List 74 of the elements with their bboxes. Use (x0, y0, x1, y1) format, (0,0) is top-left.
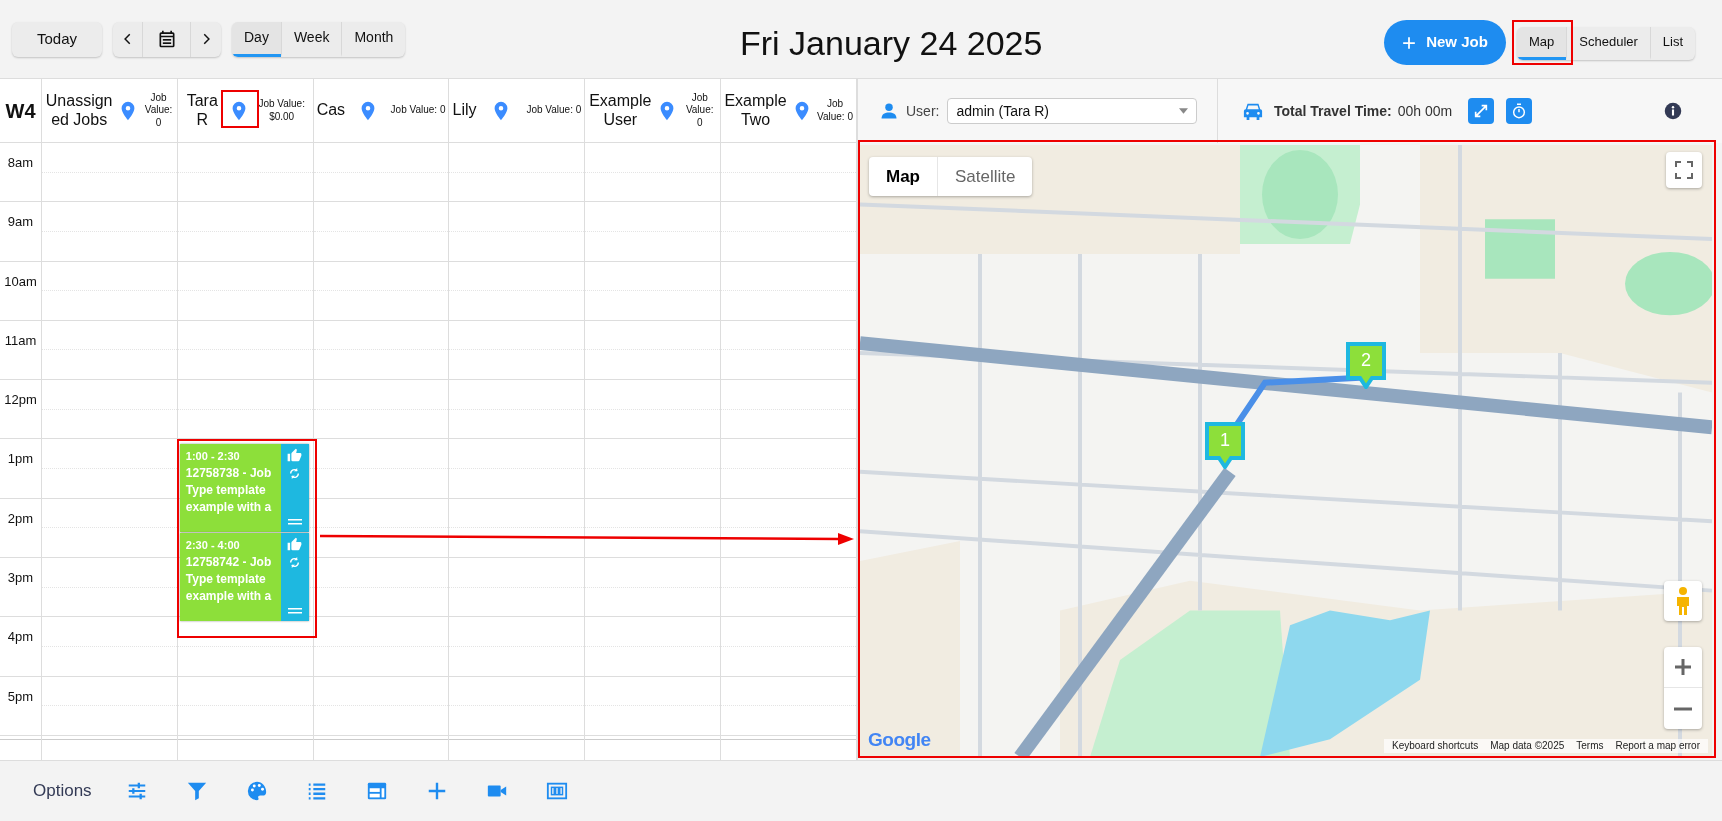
thumbs-up-icon[interactable] (287, 447, 303, 463)
refresh-icon[interactable] (288, 466, 302, 480)
dropdown-caret-icon (1179, 108, 1189, 114)
map-type-tab[interactable]: Map (869, 157, 937, 196)
job-value: Job Value: $0.00 (257, 98, 306, 123)
view-tab[interactable]: Month (341, 21, 406, 57)
week-number: W4 (0, 79, 42, 142)
attribution-link[interactable]: Report a map error (1609, 739, 1706, 753)
resource-name: Example Two (724, 92, 787, 129)
mode-tab[interactable]: List (1649, 27, 1696, 60)
thumbs-up-icon[interactable] (287, 536, 303, 552)
hour-label: 11am (4, 332, 37, 348)
layout-icon[interactable] (365, 780, 388, 802)
job-time: 2:30 - 4:00 (185, 537, 241, 553)
expand-button[interactable] (1468, 98, 1495, 124)
fullscreen-icon (1675, 161, 1693, 179)
job-value: Job Value: 0 (684, 91, 715, 130)
view-tab[interactable]: Day (232, 21, 281, 57)
resource-name: Cas (316, 101, 346, 120)
hour-label: 10am (4, 273, 37, 289)
plus-icon (1402, 35, 1417, 50)
travel-time-value: 00h 00m (1397, 101, 1453, 121)
user-select[interactable]: admin (Tara R) (947, 98, 1198, 124)
info-icon[interactable] (1664, 102, 1682, 120)
hour-label: 12pm (4, 392, 37, 408)
stopwatch-button[interactable] (1506, 98, 1533, 124)
street-view-button[interactable] (1664, 581, 1702, 621)
job-value: Job Value: 0 (143, 91, 174, 130)
options-label: Options (33, 780, 92, 803)
user-icon (880, 102, 898, 120)
google-logo: Google (868, 727, 931, 752)
refresh-icon[interactable] (288, 555, 302, 569)
user-label: User: (906, 101, 940, 121)
highlight-box (221, 90, 259, 128)
job-value: Job Value: 0 (526, 104, 582, 117)
resource-name: Example User (588, 92, 653, 129)
columns-icon[interactable] (545, 780, 568, 802)
job-title: 12758742 - Job Type template example with a (185, 553, 273, 605)
highlight-box (1512, 20, 1573, 65)
resource-name: Lily (452, 101, 477, 120)
hour-label: 2pm (7, 510, 34, 526)
travel-time-label: Total Travel Time: (1274, 101, 1392, 121)
date-title: Fri January 24 2025 (740, 23, 1043, 64)
today-button[interactable]: Today (12, 21, 102, 57)
hour-label: 8am (7, 155, 34, 170)
mode-tab[interactable]: Scheduler (1566, 27, 1650, 60)
drag-handle-icon[interactable] (287, 517, 302, 526)
hour-label: 9am (7, 214, 34, 230)
hour-label: 5pm (7, 688, 34, 704)
map-data-text: Map data ©2025 (1489, 739, 1566, 753)
drag-handle-icon[interactable] (287, 606, 302, 615)
hour-label: 3pm (7, 570, 34, 586)
plus-icon (1674, 658, 1692, 676)
job-value: Job Value: 0 (816, 98, 853, 123)
palette-icon[interactable] (245, 780, 268, 802)
view-tab[interactable]: Week (280, 21, 342, 57)
expand-icon (1473, 103, 1490, 119)
resource-name: Tara R (185, 92, 219, 129)
map-type-tab[interactable]: Satellite (937, 157, 1033, 196)
hour-label: 1pm (7, 451, 34, 467)
fullscreen-button[interactable] (1666, 152, 1702, 188)
attribution-link[interactable]: Keyboard shortcuts (1386, 739, 1485, 753)
mode-tab[interactable]: Map (1517, 27, 1567, 60)
job-title: 12758738 - Job Type template example with a (185, 464, 273, 516)
resource-name: Unassigned Jobs (45, 92, 114, 129)
filter-icon[interactable] (185, 780, 208, 802)
stopwatch-icon (1511, 103, 1528, 119)
job-time: 1:00 - 2:30 (185, 448, 241, 464)
attribution-link[interactable]: Terms (1570, 739, 1610, 753)
car-icon (1242, 101, 1264, 121)
hour-label: 4pm (7, 629, 34, 645)
person-icon (1675, 586, 1691, 616)
job-value: Job Value: 0 (390, 104, 446, 117)
minus-icon (1674, 706, 1692, 711)
